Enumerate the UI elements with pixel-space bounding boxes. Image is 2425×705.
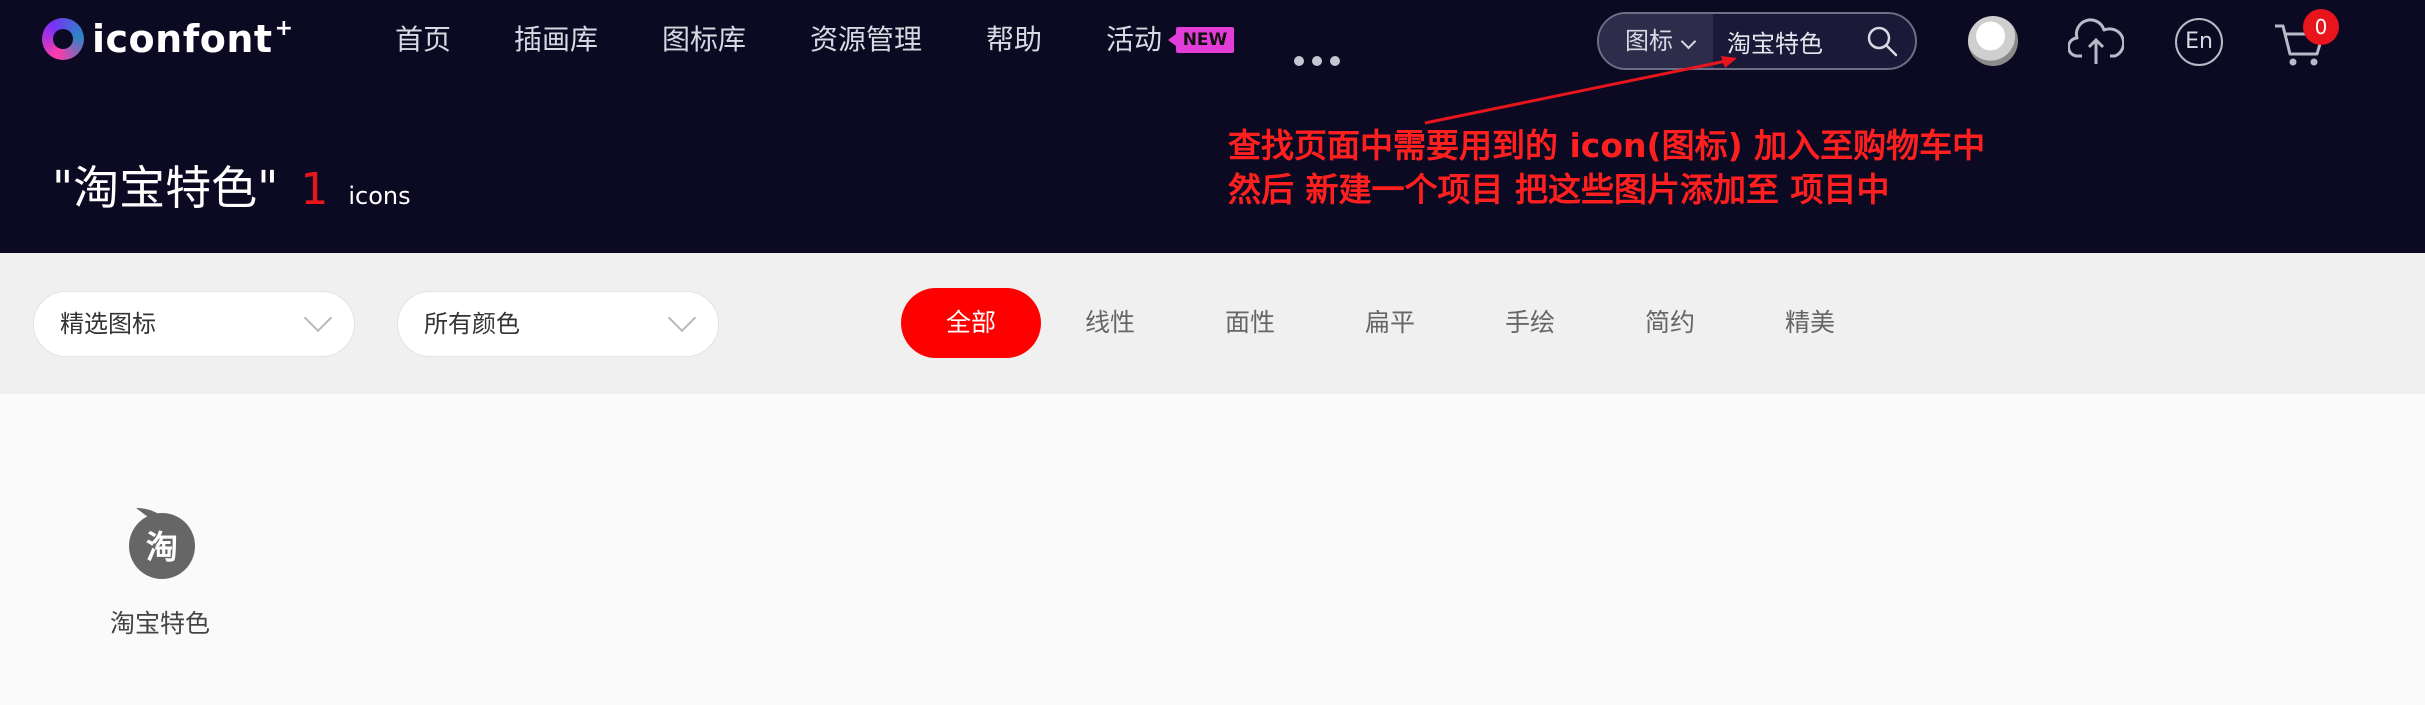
nav-illustrations[interactable]: 插画库 (514, 18, 598, 62)
iconfont-logo[interactable]: iconfont + (42, 15, 294, 61)
tab-flat[interactable]: 扁平 (1340, 288, 1440, 358)
annotation-text: 查找页面中需要用到的 icon(图标) 加入至购物车中 然后 新建一个项目 把这… (1228, 124, 1985, 212)
tab-filled[interactable]: 面性 (1200, 288, 1300, 358)
language-icon[interactable]: En (2175, 18, 2223, 66)
tab-handdrawn[interactable]: 手绘 (1480, 288, 1580, 358)
annotation-line-1: 查找页面中需要用到的 icon(图标) 加入至购物车中 (1228, 126, 1986, 165)
nav-icon-library[interactable]: 图标库 (662, 18, 746, 62)
logo-plus: + (274, 15, 294, 41)
cart-count-badge: 0 (2303, 9, 2339, 45)
nav-help[interactable]: 帮助 (986, 18, 1042, 62)
taobao-glyph: 淘 (146, 528, 178, 566)
icon-type-select[interactable]: 精选图标 (33, 291, 355, 357)
user-avatar[interactable] (1968, 16, 2018, 66)
chevron-down-icon (667, 303, 697, 333)
upload-cloud-icon[interactable] (2068, 16, 2124, 68)
annotation-arrow-icon (1424, 56, 1737, 125)
more-dots-icon[interactable] (1294, 56, 1340, 66)
nav-resource-management[interactable]: 资源管理 (810, 18, 922, 62)
iconfont-logo-icon (42, 18, 84, 60)
result-count: 1 (300, 164, 329, 215)
chevron-down-icon (1680, 33, 1697, 50)
nav-activities[interactable]: 活动 (1106, 18, 1162, 62)
annotation-line-2: 然后 新建一个项目 把这些图片添加至 项目中 (1228, 170, 1890, 209)
icon-type-select-label: 精选图标 (60, 310, 156, 338)
color-select-label: 所有颜色 (424, 310, 520, 338)
filter-bar: 精选图标 所有颜色 全部 线性 面性 扁平 手绘 简约 精美 (0, 253, 2425, 394)
icon-name: 淘宝特色 (109, 609, 210, 638)
tab-exquisite[interactable]: 精美 (1760, 288, 1860, 358)
language-label: En (2185, 29, 2213, 54)
chevron-down-icon (303, 303, 333, 333)
tab-linear[interactable]: 线性 (1060, 288, 1160, 358)
result-title: "淘宝特色" 1 icons (52, 152, 411, 216)
nav-home[interactable]: 首页 (395, 18, 451, 62)
taobao-icon: 淘 (129, 508, 195, 579)
result-unit: icons (348, 182, 411, 210)
tab-minimal[interactable]: 简约 (1620, 288, 1720, 358)
result-query: "淘宝特色" (52, 161, 279, 215)
icon-card[interactable]: 淘 淘宝特色 (92, 490, 228, 650)
top-header: iconfont + 首页 插画库 图标库 资源管理 帮助 活动 NEW 图标 … (0, 0, 2425, 253)
search-icon[interactable] (1865, 24, 1899, 58)
logo-text: iconfont (92, 17, 273, 61)
color-select[interactable]: 所有颜色 (397, 291, 719, 357)
new-badge: NEW (1168, 27, 1234, 53)
tab-all[interactable]: 全部 (901, 288, 1041, 358)
